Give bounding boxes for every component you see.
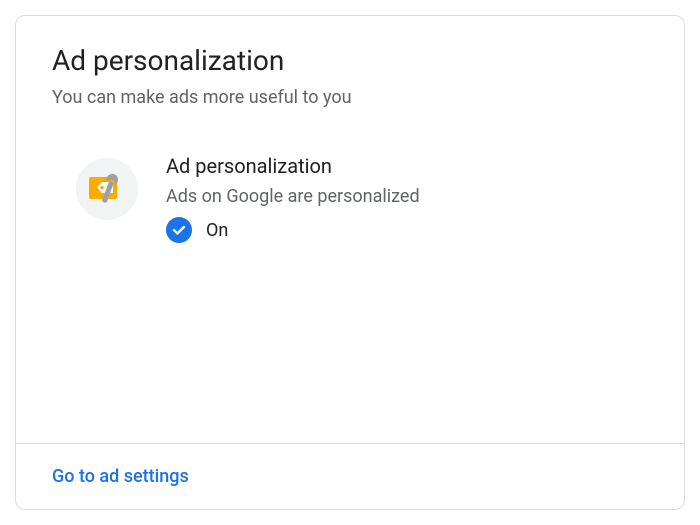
go-to-ad-settings-link[interactable]: Go to ad settings [52, 466, 189, 487]
personalization-row[interactable]: Ad personalization Ads on Google are per… [52, 152, 648, 243]
status-label: On [206, 220, 228, 241]
card-footer: Go to ad settings [16, 443, 684, 509]
check-icon [166, 217, 192, 243]
personalization-row-body: Ad personalization Ads on Google are per… [166, 152, 420, 243]
card-content: Ad personalization You can make ads more… [16, 16, 684, 443]
ad-personalization-card: Ad personalization You can make ads more… [15, 15, 685, 510]
price-tag-wrench-icon [76, 158, 138, 220]
card-title: Ad personalization [52, 44, 648, 77]
personalization-description: Ads on Google are personalized [166, 186, 420, 207]
card-subtitle: You can make ads more useful to you [52, 87, 648, 108]
personalization-status: On [166, 217, 420, 243]
personalization-title: Ad personalization [166, 154, 420, 178]
